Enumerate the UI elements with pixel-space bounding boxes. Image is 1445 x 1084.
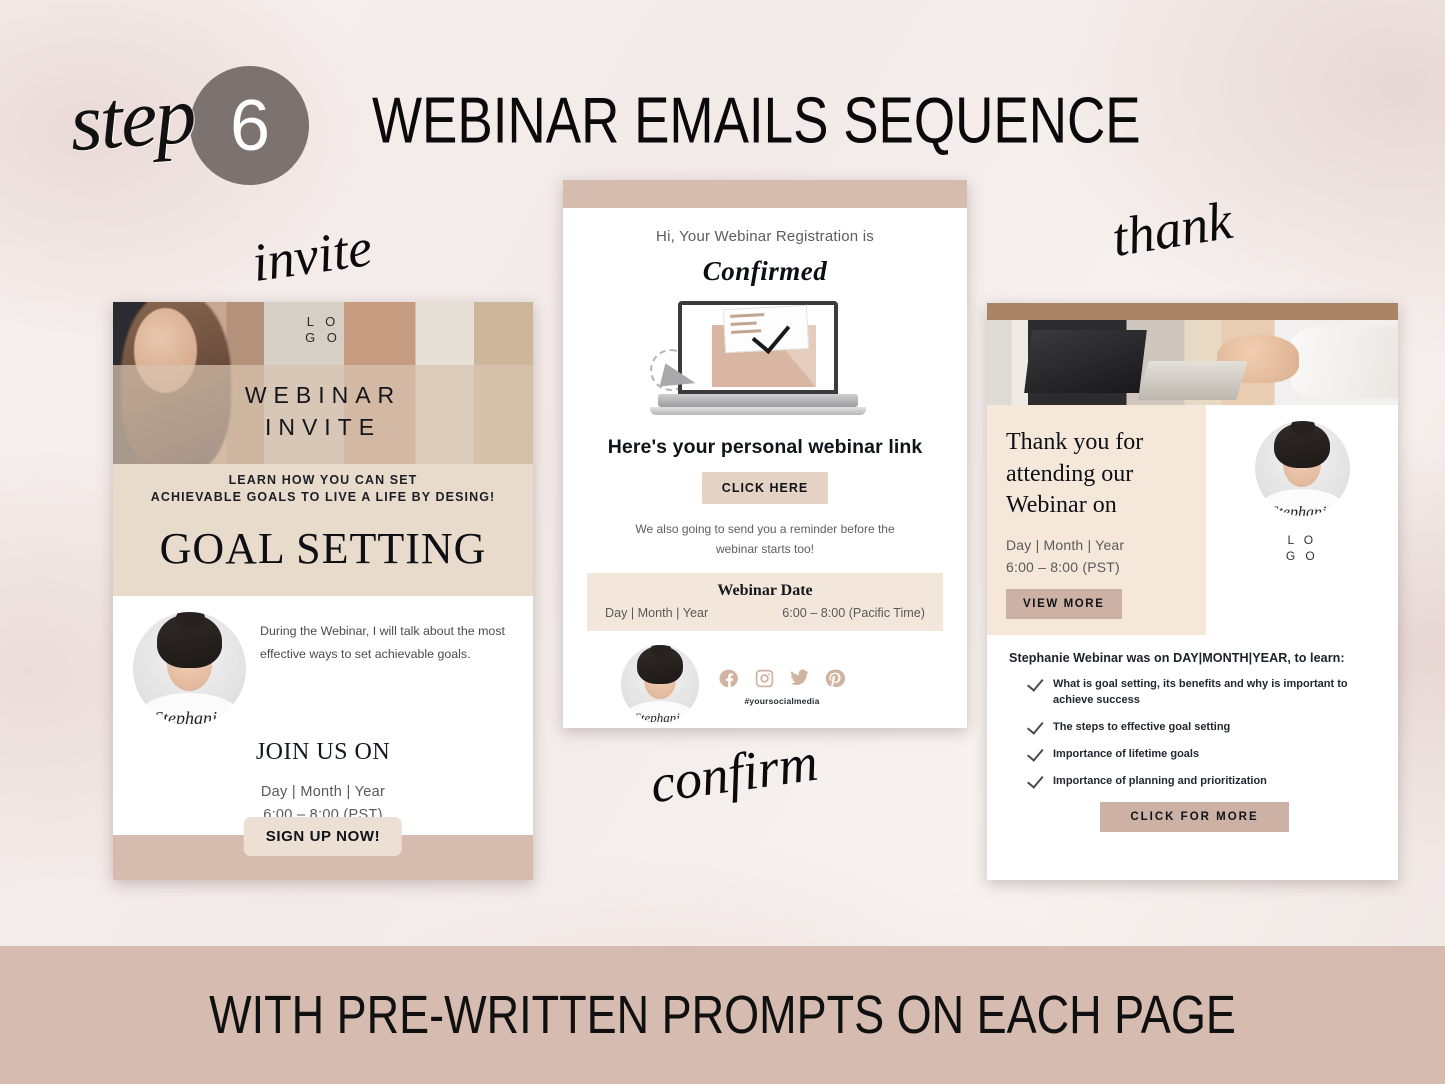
thank-left-panel: Thank you for attending our Webinar on D… <box>987 405 1206 636</box>
check-icon <box>1026 744 1044 762</box>
page-title: WEBINAR EMAILS SEQUENCE <box>372 85 1141 158</box>
invite-overlay-line2: INVITE <box>264 414 382 440</box>
facebook-icon[interactable] <box>719 668 740 689</box>
thank-right-panel: Stephanie L O G O <box>1206 405 1398 636</box>
confirm-hashtag: #yoursocialmedia <box>744 695 820 706</box>
invite-logo-line1: L O <box>306 314 340 329</box>
invite-email-card[interactable]: L O G O WEBINAR INVITE LEARN HOW YOU CAN… <box>113 302 533 880</box>
invite-bio-text: During the Webinar, I will talk about th… <box>260 623 505 661</box>
list-item-label: The steps to effective goal setting <box>1053 720 1231 733</box>
view-more-button[interactable]: VIEW MORE <box>1006 589 1122 620</box>
list-item-label: What is goal setting, its benefits and w… <box>1053 678 1348 706</box>
laptop-envelope-icon <box>650 301 880 426</box>
check-icon <box>1026 771 1044 789</box>
click-here-button[interactable]: CLICK HERE <box>701 472 829 504</box>
confirm-social-row: Stephanie #yoursocialmedia <box>587 631 943 723</box>
invite-date: Day | Month | Year <box>260 783 386 800</box>
thank-logo-line2: G O <box>1285 549 1319 564</box>
invite-hero-photo: L O G O WEBINAR INVITE <box>113 302 533 464</box>
invite-body: Stephanie During the Webinar, I will tal… <box>113 596 533 823</box>
confirm-email-card[interactable]: Hi, Your Webinar Registration is Confirm… <box>563 180 967 728</box>
step-number: 6 <box>229 85 270 166</box>
click-for-more-button[interactable]: CLICK FOR MORE <box>1100 801 1289 832</box>
list-item-label: Importance of planning and prioritizatio… <box>1053 774 1267 787</box>
confirm-top-bar <box>563 180 967 208</box>
confirm-date-title: Webinar Date <box>717 581 813 599</box>
invite-overlay-line1: WEBINAR <box>244 382 402 408</box>
list-item: What is goal setting, its benefits and w… <box>1026 674 1380 709</box>
confirm-status: Confirmed <box>702 256 828 286</box>
list-item: The steps to effective goal setting <box>1026 717 1380 736</box>
thank-logo: L O G O <box>1206 532 1398 564</box>
avatar-signature: Stephanie <box>1270 503 1334 516</box>
list-item-label: Importance of lifetime goals <box>1053 747 1200 760</box>
confirm-greeting: Hi, Your Webinar Registration is <box>656 228 874 245</box>
instagram-icon[interactable] <box>754 668 775 689</box>
avatar-signature: Stephanie <box>634 709 686 723</box>
confirm-note: We also going to send you a reminder bef… <box>635 522 895 556</box>
step-number-badge: 6 <box>190 66 309 185</box>
list-item: Importance of lifetime goals <box>1026 744 1380 763</box>
check-icon <box>1026 674 1044 692</box>
thank-bullet-list: What is goal setting, its benefits and w… <box>1009 674 1380 790</box>
avatar-stephanie: Stephanie <box>133 611 246 725</box>
confirm-date: Day | Month | Year <box>605 605 709 620</box>
avatar-signature: Stephanie <box>154 708 225 725</box>
invite-logo-line2: G O <box>305 330 341 346</box>
thank-you-email-card[interactable]: Thank you for attending our Webinar on D… <box>987 303 1398 880</box>
thank-bottom-panel: Stephanie Webinar was on DAY|MONTH|YEAR,… <box>987 635 1398 832</box>
invite-subtitle-line1: LEARN HOW YOU CAN SET <box>228 473 418 487</box>
thank-lead-text: Stephanie Webinar was on DAY|MONTH|YEAR,… <box>1009 651 1345 666</box>
list-item: Importance of planning and prioritizatio… <box>1026 771 1380 790</box>
invite-subtitle-line2: ACHIEVABLE GOALS TO LIVE A LIFE BY DESIN… <box>150 489 496 504</box>
bottom-banner: WITH PRE-WRITTEN PROMPTS ON EACH PAGE <box>0 946 1445 1084</box>
check-icon <box>1026 717 1044 735</box>
invite-headline-band: LEARN HOW YOU CAN SET ACHIEVABLE GOALS T… <box>113 464 533 596</box>
avatar-stephanie: Stephanie <box>1254 421 1350 516</box>
thank-hero-photo <box>987 320 1398 405</box>
invite-bio-row: Stephanie During the Webinar, I will tal… <box>133 611 513 725</box>
invite-join-label: JOIN US ON <box>255 738 391 765</box>
confirm-link-heading: Here's your personal webinar link <box>607 436 923 458</box>
pinterest-icon[interactable] <box>824 668 845 689</box>
thank-time: 6:00 – 8:00 (PST) <box>1006 559 1120 576</box>
confirm-body: Hi, Your Webinar Registration is Confirm… <box>563 208 967 728</box>
twitter-icon[interactable] <box>789 668 810 689</box>
confirm-date-band: Webinar Date Day | Month | Year 6:00 – 8… <box>587 572 943 631</box>
sign-up-now-button[interactable]: SIGN UP NOW! <box>243 817 403 856</box>
thank-title: Thank you for attending our Webinar on <box>1006 429 1144 519</box>
avatar-stephanie: Stephanie <box>621 644 699 723</box>
thank-middle-row: Thank you for attending our Webinar on D… <box>987 405 1398 636</box>
invite-headline: GOAL SETTING <box>159 523 487 573</box>
step-word-script: step <box>66 68 198 169</box>
confirm-time: 6:00 – 8:00 (Pacific Time) <box>782 605 925 620</box>
thank-logo-line1: L O <box>1287 533 1317 547</box>
bottom-banner-text: WITH PRE-WRITTEN PROMPTS ON EACH PAGE <box>209 983 1236 1045</box>
thank-date: Day | Month | Year <box>1006 537 1125 554</box>
thank-top-bar <box>987 303 1398 320</box>
invite-hero-overlay: WEBINAR INVITE <box>113 365 533 464</box>
invite-logo: L O G O <box>113 314 533 347</box>
